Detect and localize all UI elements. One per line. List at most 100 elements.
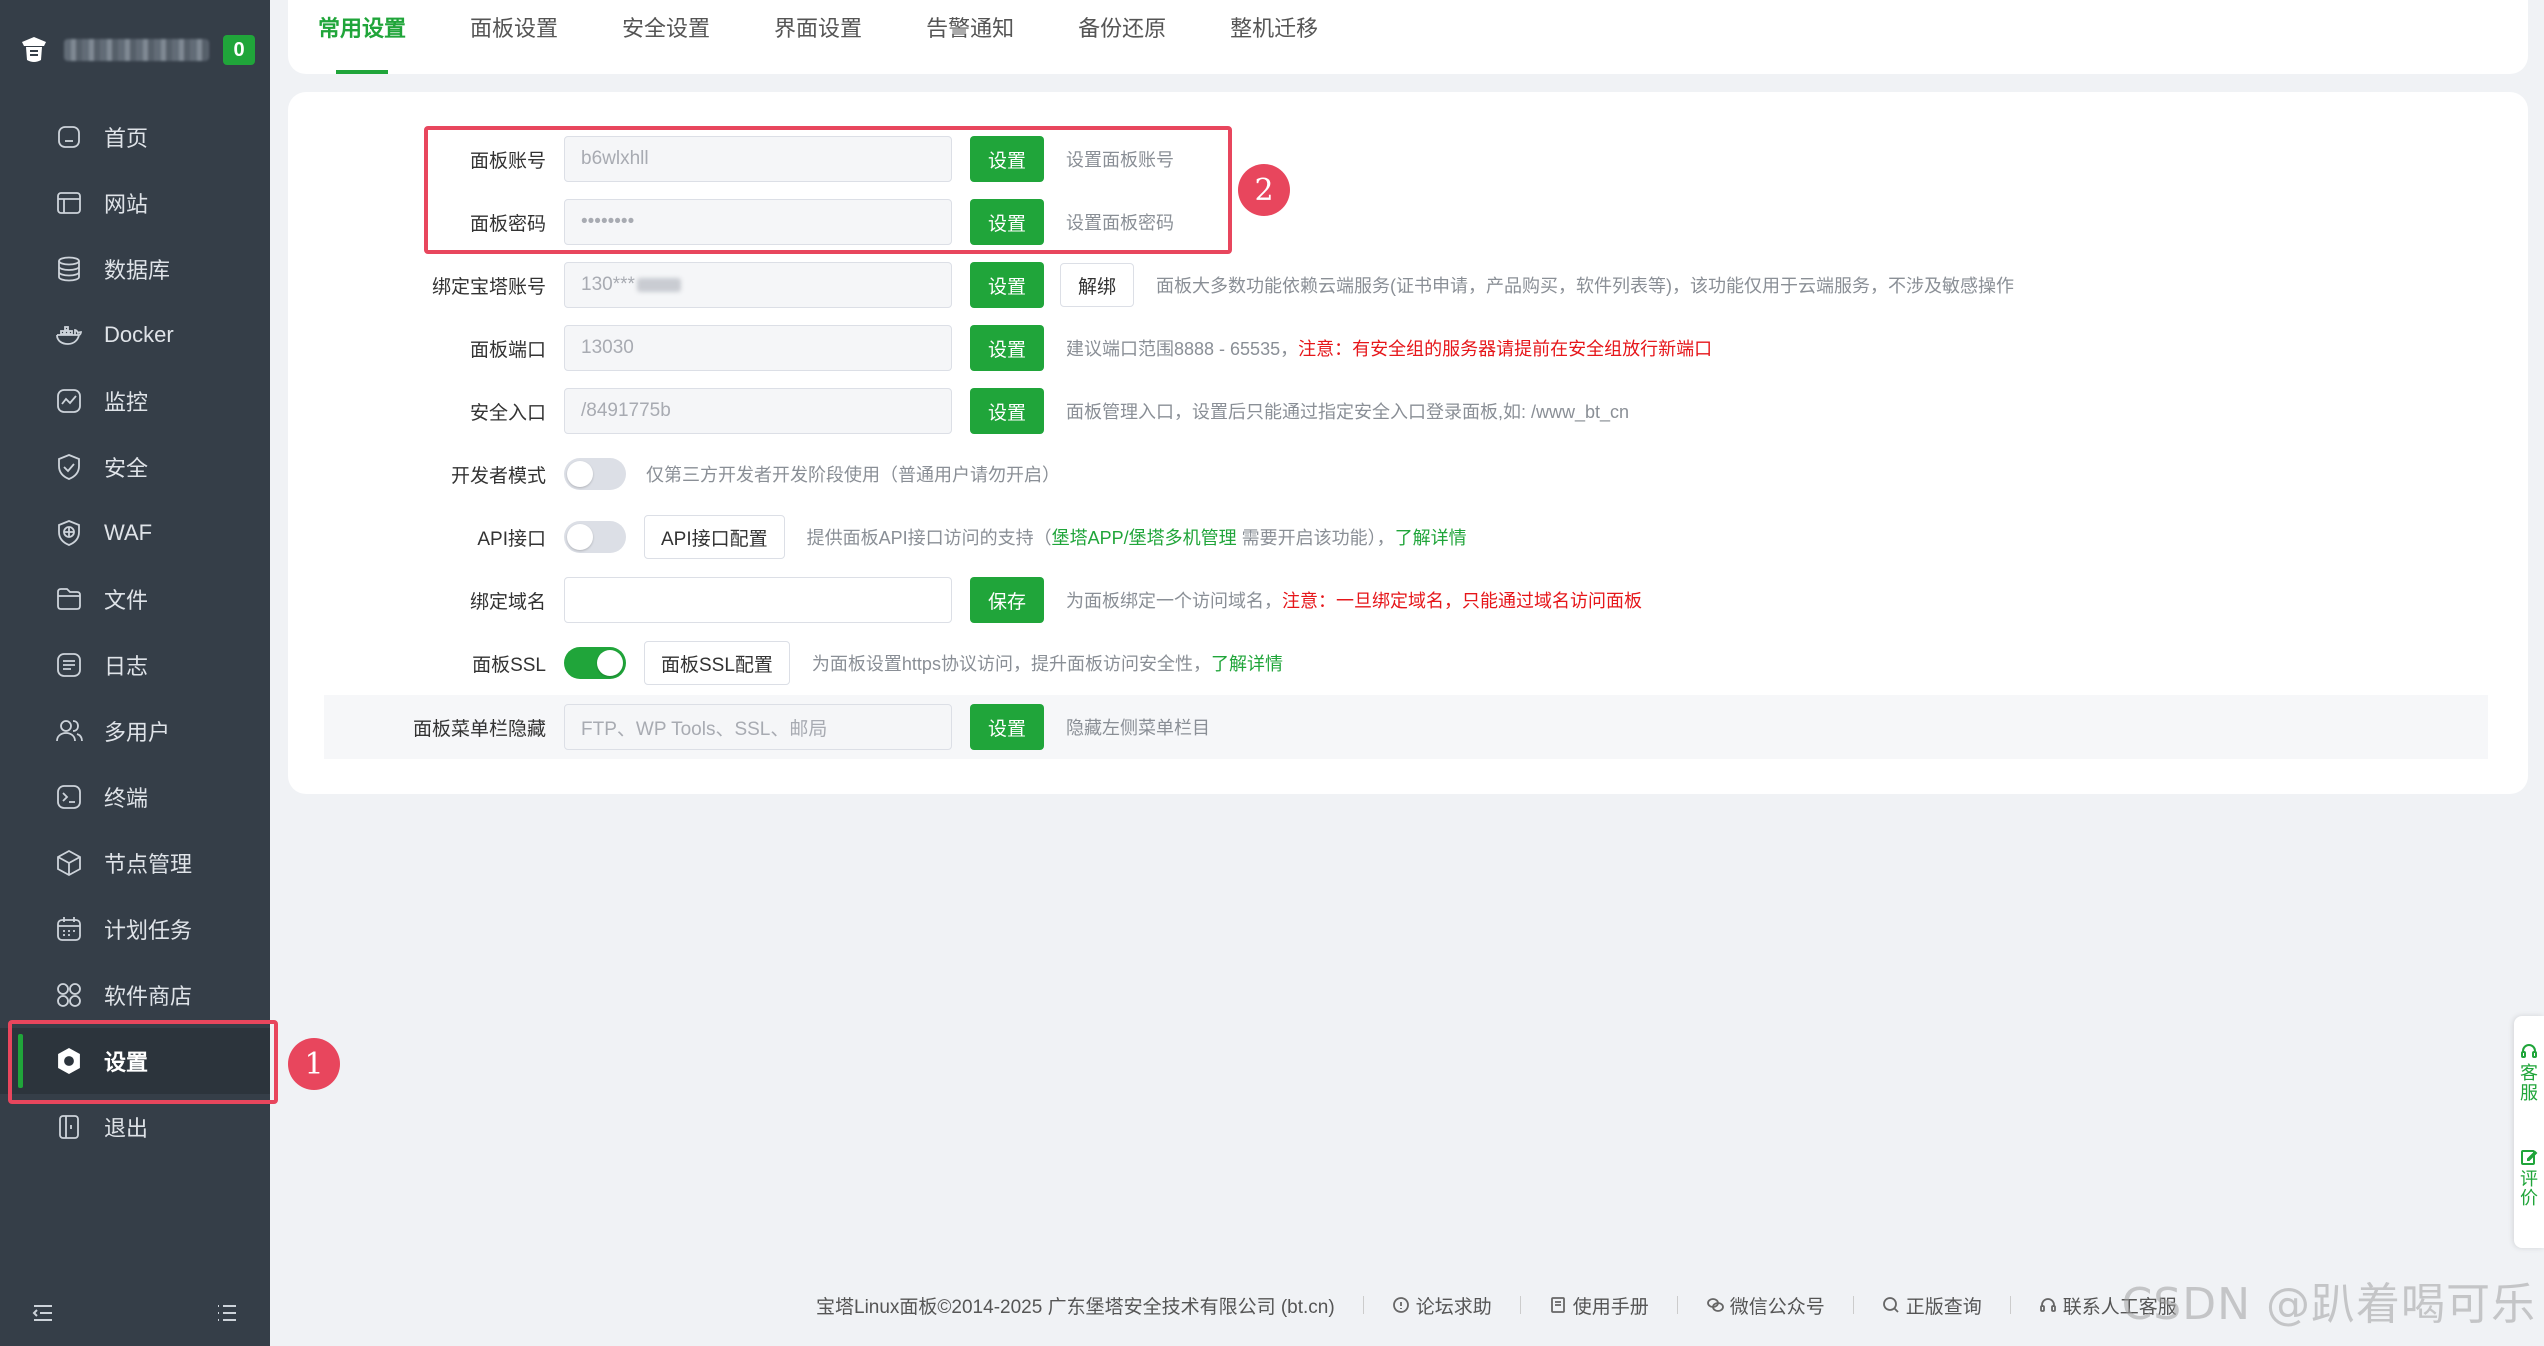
sidebar-item-terminal[interactable]: 终端 <box>0 764 270 830</box>
logout-icon <box>59 1115 79 1139</box>
manual-link-label: 使用手册 <box>1572 1296 1649 1318</box>
bt-multi-link[interactable]: 堡塔多机管理 <box>1129 528 1237 548</box>
notification-badge[interactable]: 0 <box>223 35 255 65</box>
menu-hide-hint: 隐藏左侧菜单栏目 <box>1066 718 1210 738</box>
tab-ui-settings[interactable]: 界面设置 <box>774 0 862 74</box>
sidebar-item-cron[interactable]: 计划任务 <box>0 896 270 962</box>
sidebar-item-label: 日志 <box>104 654 149 679</box>
ssl-hint: 为面板设置https协议访问，提升面板访问安全性，了解详情 <box>812 650 1283 676</box>
manual-link[interactable]: 使用手册 <box>1549 1292 1649 1319</box>
wechat-icon <box>1706 1298 1724 1312</box>
tab-migration[interactable]: 整机迁移 <box>1230 0 1318 74</box>
sidebar-item-nodes[interactable]: 节点管理 <box>0 830 270 896</box>
setting-row-bind-account: 绑定宝塔账号 130*** 设置 解绑 面板大多数功能依赖云端服务(证书申请，产… <box>324 255 2488 315</box>
set-port-button[interactable]: 设置 <box>970 325 1044 371</box>
bt-app-link[interactable]: 堡塔APP/ <box>1052 528 1129 548</box>
ssl-toggle[interactable] <box>564 647 626 679</box>
users-icon <box>56 720 83 742</box>
save-domain-button[interactable]: 保存 <box>970 577 1044 623</box>
sidebar-item-label: 数据库 <box>104 258 171 283</box>
book-icon <box>1550 1297 1565 1313</box>
ssl-details-link[interactable]: 了解详情 <box>1211 654 1283 674</box>
license-query-label: 正版查询 <box>1905 1296 1982 1318</box>
collapse-menu-icon[interactable] <box>30 1300 56 1326</box>
api-details-link[interactable]: 了解详情 <box>1395 528 1467 548</box>
domain-input[interactable] <box>564 577 952 623</box>
menu-hide-label: 面板菜单栏隐藏 <box>412 718 546 740</box>
sidebar-item-website[interactable]: 网站 <box>0 170 270 236</box>
sidebar-item-label: Docker <box>104 322 174 347</box>
review-button[interactable]: 评价 <box>2518 1148 2540 1210</box>
ssl-config-button[interactable]: 面板SSL配置 <box>644 641 790 685</box>
footer-divider <box>1362 1296 1364 1314</box>
sidebar-item-database[interactable]: 数据库 <box>0 236 270 302</box>
sidebar-item-label: 网站 <box>104 192 149 217</box>
dev-mode-hint: 仅第三方开发者开发阶段使用（普通用户请勿开启） <box>646 465 1060 485</box>
sidebar-item-home[interactable]: 首页 <box>0 104 270 170</box>
monitor-icon <box>57 389 81 413</box>
customer-service-button[interactable]: 客服 <box>2518 1042 2540 1104</box>
help-circle-icon <box>1392 1297 1409 1313</box>
annotation-number-2: 2 <box>1238 164 1290 216</box>
wechat-link-label: 微信公众号 <box>1729 1296 1825 1318</box>
dev-mode-toggle[interactable] <box>564 458 626 490</box>
bind-account-value: 130*** <box>581 274 635 295</box>
set-menu-hide-button[interactable]: 设置 <box>970 704 1044 750</box>
sidebar-item-label: WAF <box>104 520 153 545</box>
forum-link[interactable]: 论坛求助 <box>1392 1292 1492 1319</box>
domain-label: 绑定域名 <box>469 591 546 613</box>
bind-account-input[interactable]: 130*** <box>564 262 952 308</box>
ssl-hint-text: 为面板设置https协议访问，提升面板访问安全性， <box>811 654 1211 674</box>
tab-common-settings[interactable]: 常用设置 <box>318 0 406 74</box>
port-input[interactable]: 13030 <box>564 325 952 371</box>
entry-input[interactable]: /8491775b <box>564 388 952 434</box>
blurred-digits <box>636 278 681 292</box>
setting-row-api: API接口 API接口配置 提供面板API接口访问的支持（堡塔APP/堡塔多机管… <box>324 507 2488 567</box>
menu-hide-input[interactable]: FTP、WP Tools、SSL、邮局 <box>564 704 952 750</box>
tab-backup-restore[interactable]: 备份还原 <box>1078 0 1166 74</box>
api-toggle[interactable] <box>564 521 626 553</box>
port-hint-text: 建议端口范围8888 - 65535， <box>1066 339 1299 359</box>
sidebar-header: 0 <box>0 0 270 100</box>
unbind-button[interactable]: 解绑 <box>1060 263 1134 307</box>
sidebar-item-label: 计划任务 <box>104 918 193 943</box>
list-menu-icon[interactable] <box>214 1300 240 1326</box>
sidebar-nav: 首页 网站 数据库 Docker 监控 安全 WAF 文件 日志 多用户 终端 … <box>0 104 270 1160</box>
sidebar-item-files[interactable]: 文件 <box>0 566 270 632</box>
folder-icon <box>57 588 81 610</box>
bind-account-label: 绑定宝塔账号 <box>431 276 546 298</box>
tab-security-settings[interactable]: 安全设置 <box>622 0 710 74</box>
csdn-watermark: CSDN @趴着喝可乐 <box>2121 1279 2536 1330</box>
set-entry-button[interactable]: 设置 <box>970 388 1044 434</box>
entry-hint: 面板管理入口，设置后只能通过指定安全入口登录面板,如: /www_bt_cn <box>1066 402 1630 422</box>
headset-icon <box>2521 1044 2537 1058</box>
entry-label: 安全入口 <box>469 402 546 424</box>
api-config-button[interactable]: API接口配置 <box>644 515 785 559</box>
sidebar-item-label: 文件 <box>104 588 149 613</box>
waf-icon <box>58 520 80 546</box>
port-label: 面板端口 <box>469 339 546 361</box>
node-icon <box>57 849 81 877</box>
set-bind-button[interactable]: 设置 <box>970 262 1044 308</box>
forum-link-label: 论坛求助 <box>1415 1296 1492 1318</box>
sidebar-item-users[interactable]: 多用户 <box>0 698 270 764</box>
api-hint-mid: 需要开启该功能）， <box>1236 528 1395 548</box>
sidebar-item-waf[interactable]: WAF <box>0 500 270 566</box>
sidebar-item-label: 终端 <box>104 786 149 811</box>
sidebar-item-monitor[interactable]: 监控 <box>0 368 270 434</box>
sidebar-item-label: 软件商店 <box>104 984 193 1009</box>
sidebar-item-security[interactable]: 安全 <box>0 434 270 500</box>
tab-panel-settings[interactable]: 面板设置 <box>470 0 558 74</box>
sidebar-item-label: 监控 <box>104 390 149 415</box>
footer-divider <box>1519 1296 1521 1314</box>
page-footer: 宝塔Linux面板©2014-2025 广东堡塔安全技术有限公司 (bt.cn)… <box>816 1290 2177 1320</box>
license-query-link[interactable]: 正版查询 <box>1882 1292 1982 1319</box>
api-hint: 提供面板API接口访问的支持（堡塔APP/堡塔多机管理 需要开启该功能），了解详… <box>807 524 1467 550</box>
sidebar-item-store[interactable]: 软件商店 <box>0 962 270 1028</box>
wechat-link[interactable]: 微信公众号 <box>1706 1292 1825 1319</box>
terminal-icon <box>57 785 81 809</box>
tab-alert-notify[interactable]: 告警通知 <box>926 0 1014 74</box>
sidebar-item-logs[interactable]: 日志 <box>0 632 270 698</box>
setting-row-menu-hide: 面板菜单栏隐藏 FTP、WP Tools、SSL、邮局 设置 隐藏左侧菜单栏目 <box>324 695 2488 759</box>
sidebar-item-docker[interactable]: Docker <box>0 302 270 368</box>
